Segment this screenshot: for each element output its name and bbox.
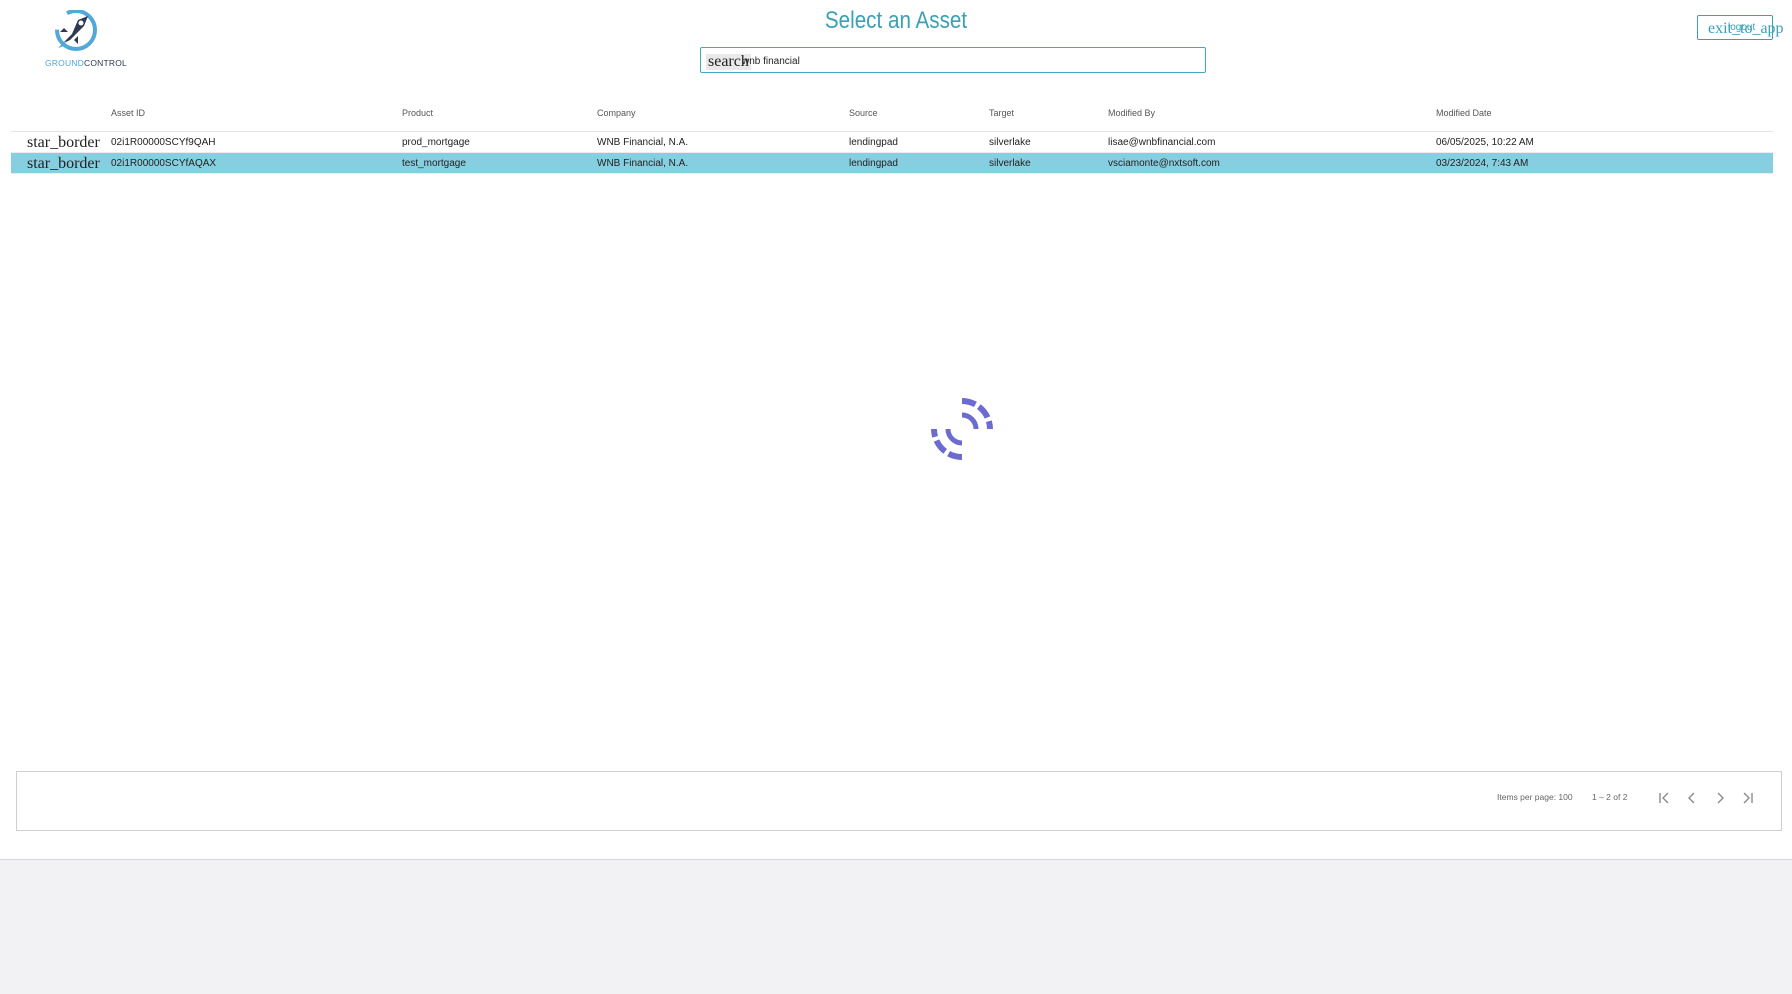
previous-page-button[interactable] bbox=[1679, 785, 1705, 811]
table-row-selected[interactable]: star_border 02i1R00000SCYfAQAX test_mort… bbox=[11, 153, 1773, 174]
chevron-left-icon bbox=[1688, 792, 1695, 804]
cell-source: lendingpad bbox=[849, 137, 898, 148]
chevron-right-icon bbox=[1717, 792, 1724, 804]
table-header-row: Asset ID Product Company Source Target M… bbox=[11, 104, 1773, 132]
column-header-company[interactable]: Company bbox=[597, 108, 636, 118]
logo-text: GROUNDCONTROL bbox=[45, 58, 127, 68]
app-window: GROUNDCONTROL Select an Asset search log… bbox=[0, 0, 1792, 860]
logo-text-control: CONTROL bbox=[83, 58, 127, 68]
cell-product: test_mortgage bbox=[402, 158, 466, 169]
column-header-product[interactable]: Product bbox=[402, 108, 433, 118]
ground-control-logo: GROUNDCONTROL bbox=[42, 10, 127, 70]
table-row[interactable]: star_border 02i1R00000SCYf9QAH prod_mort… bbox=[11, 132, 1773, 153]
cell-modified-date: 03/23/2024, 7:43 AM bbox=[1436, 158, 1529, 169]
last-page-button[interactable] bbox=[1735, 785, 1761, 811]
cell-modified-by: lisae@wnbfinancial.com bbox=[1108, 137, 1216, 148]
rocket-logo-icon bbox=[55, 10, 97, 51]
items-per-page-label[interactable]: Items per page: 100 bbox=[1497, 792, 1573, 802]
first-page-icon bbox=[1659, 792, 1669, 804]
search-input[interactable] bbox=[742, 53, 1182, 69]
cell-product: prod_mortgage bbox=[402, 137, 470, 148]
logo-text-ground: GROUND bbox=[45, 58, 84, 68]
cell-modified-by: vsciamonte@nxtsoft.com bbox=[1108, 158, 1220, 169]
column-header-asset-id[interactable]: Asset ID bbox=[111, 108, 145, 118]
page-range-label: 1 – 2 of 2 bbox=[1592, 792, 1628, 802]
search-field[interactable]: search bbox=[700, 47, 1206, 73]
exit-to-app-icon: exit_to_app bbox=[1708, 20, 1784, 37]
column-header-modified-by[interactable]: Modified By bbox=[1108, 108, 1155, 118]
first-page-button[interactable] bbox=[1651, 785, 1677, 811]
cell-company: WNB Financial, N.A. bbox=[597, 158, 689, 169]
cell-asset-id: 02i1R00000SCYf9QAH bbox=[111, 137, 216, 148]
star-border-icon[interactable]: star_border bbox=[27, 134, 100, 151]
asset-table: Asset ID Product Company Source Target M… bbox=[11, 104, 1773, 174]
paginator: Items per page: 100 1 – 2 of 2 bbox=[16, 771, 1782, 831]
logout-button[interactable]: logout exit_to_app bbox=[1697, 15, 1784, 40]
cell-source: lendingpad bbox=[849, 158, 898, 169]
cell-target: silverlake bbox=[989, 158, 1031, 169]
next-page-button[interactable] bbox=[1707, 785, 1733, 811]
star-border-icon[interactable]: star_border bbox=[27, 155, 100, 172]
page-title: Select an Asset bbox=[824, 7, 968, 34]
column-header-source[interactable]: Source bbox=[849, 108, 878, 118]
cell-target: silverlake bbox=[989, 137, 1031, 148]
cell-modified-date: 06/05/2025, 10:22 AM bbox=[1436, 137, 1534, 148]
column-header-target[interactable]: Target bbox=[989, 108, 1014, 118]
column-header-modified-date[interactable]: Modified Date bbox=[1436, 108, 1492, 118]
cell-company: WNB Financial, N.A. bbox=[597, 137, 689, 148]
loading-spinner-icon bbox=[930, 397, 994, 461]
cell-asset-id: 02i1R00000SCYfAQAX bbox=[111, 158, 217, 169]
last-page-icon bbox=[1743, 792, 1753, 804]
